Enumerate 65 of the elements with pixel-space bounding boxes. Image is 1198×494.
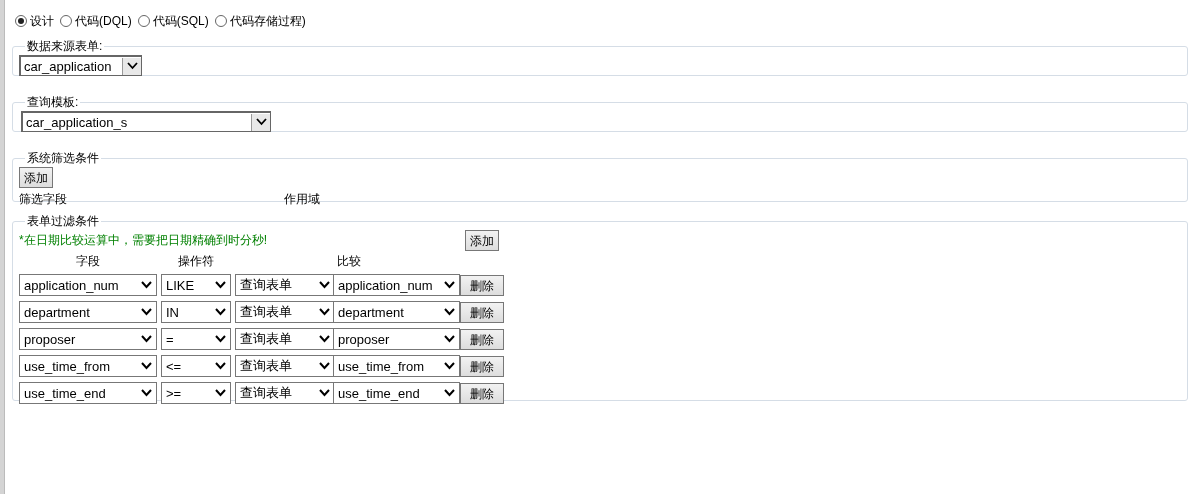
caret-icon bbox=[126, 62, 138, 70]
date-precision-note: *在日期比较运算中，需要把日期精确到时分秒! bbox=[19, 232, 267, 249]
caret-icon bbox=[215, 362, 226, 370]
compare-dropdown[interactable]: use_time_from bbox=[333, 355, 460, 377]
caret-icon bbox=[444, 308, 455, 316]
add-button[interactable]: 添加 bbox=[19, 167, 53, 188]
panel-legend: 系统筛选条件 bbox=[25, 150, 101, 167]
caret-icon bbox=[141, 362, 152, 370]
caret-icon bbox=[215, 308, 226, 316]
caret-icon bbox=[141, 308, 152, 316]
mode-radio-option[interactable]: 代码(SQL) bbox=[137, 12, 209, 30]
compare-dropdown[interactable]: application_num bbox=[333, 274, 460, 296]
caret-icon bbox=[444, 362, 455, 370]
caret-icon bbox=[444, 335, 455, 343]
operator-dropdown[interactable]: >= bbox=[161, 382, 231, 404]
operator-dropdown[interactable]: <= bbox=[161, 355, 231, 377]
source-dropdown[interactable]: 查询表单 bbox=[235, 301, 335, 323]
operator-dropdown[interactable]: LIKE bbox=[161, 274, 231, 296]
mode-radio-option[interactable]: 代码存储过程) bbox=[214, 12, 306, 30]
source-dropdown[interactable]: 查询表单 bbox=[235, 328, 335, 350]
caret-icon bbox=[255, 118, 267, 126]
field-dropdown[interactable]: use_time_from bbox=[19, 355, 157, 377]
column-header: 比较 bbox=[337, 253, 362, 269]
field-dropdown[interactable]: application_num bbox=[19, 274, 157, 296]
delete-button[interactable]: 删除 bbox=[460, 355, 504, 377]
delete-button[interactable]: 删除 bbox=[460, 301, 504, 323]
column-header: 筛选字段 bbox=[19, 191, 68, 208]
compare-dropdown[interactable]: proposer bbox=[333, 328, 460, 350]
caret-icon bbox=[319, 389, 330, 397]
field-dropdown[interactable]: proposer bbox=[19, 328, 157, 350]
add-button[interactable]: 添加 bbox=[465, 230, 499, 251]
caret-icon bbox=[319, 308, 330, 316]
caret-icon bbox=[215, 389, 226, 397]
query-template-dropdown[interactable]: car_application_s bbox=[21, 111, 271, 132]
caret-icon bbox=[141, 389, 152, 397]
field-dropdown[interactable]: department bbox=[19, 301, 157, 323]
source-dropdown[interactable]: 查询表单 bbox=[235, 355, 335, 377]
panel-legend: 数据来源表单: bbox=[25, 38, 105, 55]
data-source-dropdown[interactable]: car_application bbox=[19, 55, 142, 76]
caret-icon bbox=[444, 281, 455, 289]
caret-icon bbox=[444, 389, 455, 397]
column-header: 作用域 bbox=[284, 191, 320, 208]
panel-legend: 表单过滤条件 bbox=[25, 213, 101, 230]
column-header: 操作符 bbox=[177, 253, 215, 269]
field-dropdown[interactable]: use_time_end bbox=[19, 382, 157, 404]
caret-icon bbox=[215, 281, 226, 289]
operator-dropdown[interactable]: IN bbox=[161, 301, 231, 323]
caret-icon bbox=[215, 335, 226, 343]
mode-radio-option[interactable]: 设计 bbox=[15, 12, 54, 30]
mode-radio-option[interactable]: 代码(DQL) bbox=[60, 12, 132, 30]
caret-icon bbox=[141, 281, 152, 289]
caret-icon bbox=[319, 281, 330, 289]
delete-button[interactable]: 删除 bbox=[460, 328, 504, 350]
column-header: 字段 bbox=[75, 253, 101, 269]
source-dropdown[interactable]: 查询表单 bbox=[235, 274, 335, 296]
compare-dropdown[interactable]: department bbox=[333, 301, 460, 323]
delete-button[interactable]: 删除 bbox=[460, 274, 504, 296]
delete-button[interactable]: 删除 bbox=[460, 382, 504, 404]
source-dropdown[interactable]: 查询表单 bbox=[235, 382, 335, 404]
caret-icon bbox=[319, 362, 330, 370]
panel-legend: 查询模板: bbox=[25, 94, 81, 111]
compare-dropdown[interactable]: use_time_end bbox=[333, 382, 460, 404]
caret-icon bbox=[319, 335, 330, 343]
caret-icon bbox=[141, 335, 152, 343]
operator-dropdown[interactable]: = bbox=[161, 328, 231, 350]
